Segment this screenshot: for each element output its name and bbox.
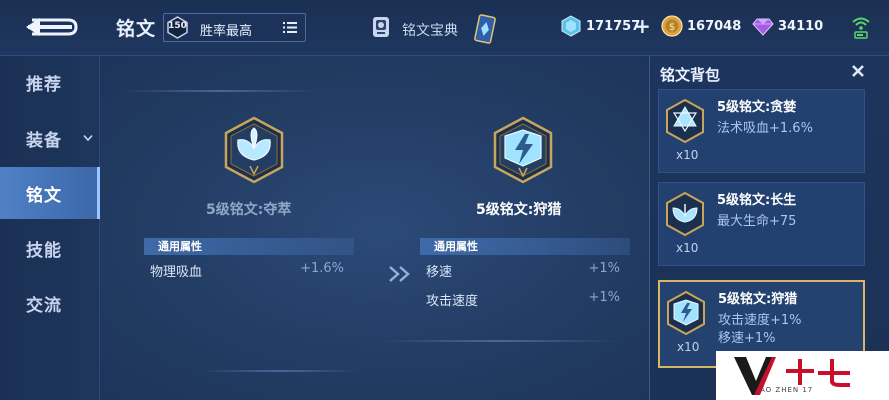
light-streak <box>200 370 360 372</box>
sidebar-item-label: 推荐 <box>26 75 62 95</box>
rune-count: x10 <box>676 241 699 255</box>
current-rune-name: 5级铭文:夺萃 <box>206 202 292 218</box>
attr-section-title: 通用属性 <box>144 238 354 255</box>
light-streak <box>120 90 320 92</box>
network-status-icon <box>852 17 870 39</box>
sort-filter-dropdown[interactable]: 150 胜率最高 <box>163 13 306 42</box>
diamond-amount: 171757 <box>586 19 641 34</box>
gold-amount: 167048 <box>687 19 742 34</box>
rune-attr: 移速+1% <box>718 331 776 346</box>
rune-longevity-icon <box>666 192 704 236</box>
rune-card-icon <box>474 14 496 44</box>
double-chevron-right-icon <box>389 266 410 282</box>
gold-coin-icon: $ <box>661 15 683 37</box>
gem-amount: 34110 <box>778 19 824 34</box>
current-rune-attributes: 通用属性 物理吸血 +1.6% <box>144 238 354 284</box>
rune-attr: 最大生命+75 <box>717 214 797 229</box>
current-rune-icon <box>222 116 286 184</box>
new-rune-attributes: 通用属性 移速 +1% 攻击速度 +1% <box>420 238 630 313</box>
rune-name: 5级铭文:长生 <box>717 193 797 208</box>
sidebar: 推荐 装备 铭文 技能 交流 <box>0 56 100 400</box>
rune-name: 5级铭文:贪婪 <box>717 100 797 115</box>
rune-count: x10 <box>677 340 700 354</box>
sidebar-item-community[interactable]: 交流 <box>0 277 100 329</box>
new-rune-icon <box>491 116 555 184</box>
attr-key: 攻击速度 <box>426 294 479 309</box>
codex-book-icon <box>373 17 389 37</box>
rune-greed-icon <box>666 99 704 143</box>
gem-icon <box>752 18 774 36</box>
chevron-down-icon <box>83 134 93 142</box>
rune-attr: 攻击速度+1% <box>718 313 802 328</box>
rune-name: 5级铭文:狩猎 <box>718 292 798 307</box>
rune-plunder-icon <box>224 116 284 184</box>
rune-attr: 法术吸血+1.6% <box>717 121 813 136</box>
rune-hunt-icon <box>493 116 553 184</box>
level-badge-value: 150 <box>168 21 187 31</box>
sidebar-item-skills[interactable]: 技能 <box>0 222 100 274</box>
attr-row: 移速 +1% <box>420 255 630 284</box>
close-icon[interactable] <box>851 64 865 78</box>
rune-bag-item[interactable]: x10 5级铭文:贪婪 法术吸血+1.6% <box>658 89 865 173</box>
attr-value: +1% <box>588 290 620 305</box>
codex-label: 铭文宝典 <box>402 23 458 39</box>
back-arrow-icon <box>26 18 78 36</box>
sidebar-item-label: 技能 <box>26 241 62 261</box>
add-diamond-button[interactable]: + <box>634 16 651 36</box>
sidebar-item-recommend[interactable]: 推荐 <box>0 56 100 108</box>
back-button[interactable] <box>18 12 80 42</box>
rune-bag-item[interactable]: x10 5级铭文:长生 最大生命+75 <box>658 182 865 266</box>
watermark: AO ZHEN 17 <box>716 351 889 400</box>
attr-value: +1% <box>588 261 620 276</box>
attr-section-title: 通用属性 <box>420 238 630 255</box>
attr-key: 移速 <box>426 265 453 280</box>
diamond-icon <box>561 15 581 37</box>
sidebar-item-equipment[interactable]: 装备 <box>0 112 100 164</box>
svg-text:$: $ <box>669 22 675 33</box>
sidebar-item-label: 装备 <box>26 131 62 151</box>
list-menu-icon <box>283 22 297 33</box>
new-rune-name: 5级铭文:狩猎 <box>476 202 562 218</box>
game-screen: 铭文 150 胜率最高 铭文宝典 171757 + $ 167048 34110… <box>0 0 889 400</box>
filter-label: 胜率最高 <box>200 24 253 39</box>
rune-bag-panel: 铭文背包 x10 5级铭文:贪婪 法术吸血+1.6% x10 5级铭文:长生 最… <box>649 56 889 400</box>
light-streak <box>380 340 620 342</box>
rune-bag-title: 铭文背包 <box>660 66 721 84</box>
rune-count: x10 <box>676 148 699 162</box>
top-bar: 铭文 150 胜率最高 铭文宝典 171757 + $ 167048 34110 <box>0 0 889 56</box>
rune-hunt-icon <box>667 291 705 335</box>
level-badge: 150 <box>166 16 189 39</box>
sidebar-item-label: 铭文 <box>26 186 62 206</box>
attr-row: 攻击速度 +1% <box>420 284 630 313</box>
attr-value: +1.6% <box>300 261 344 276</box>
attr-row: 物理吸血 +1.6% <box>144 255 354 284</box>
sidebar-item-label: 交流 <box>26 296 62 316</box>
sidebar-item-runes[interactable]: 铭文 <box>0 167 100 219</box>
page-title: 铭文 <box>116 18 157 40</box>
attr-key: 物理吸血 <box>150 265 203 280</box>
watermark-text: AO ZHEN 17 <box>760 386 814 394</box>
